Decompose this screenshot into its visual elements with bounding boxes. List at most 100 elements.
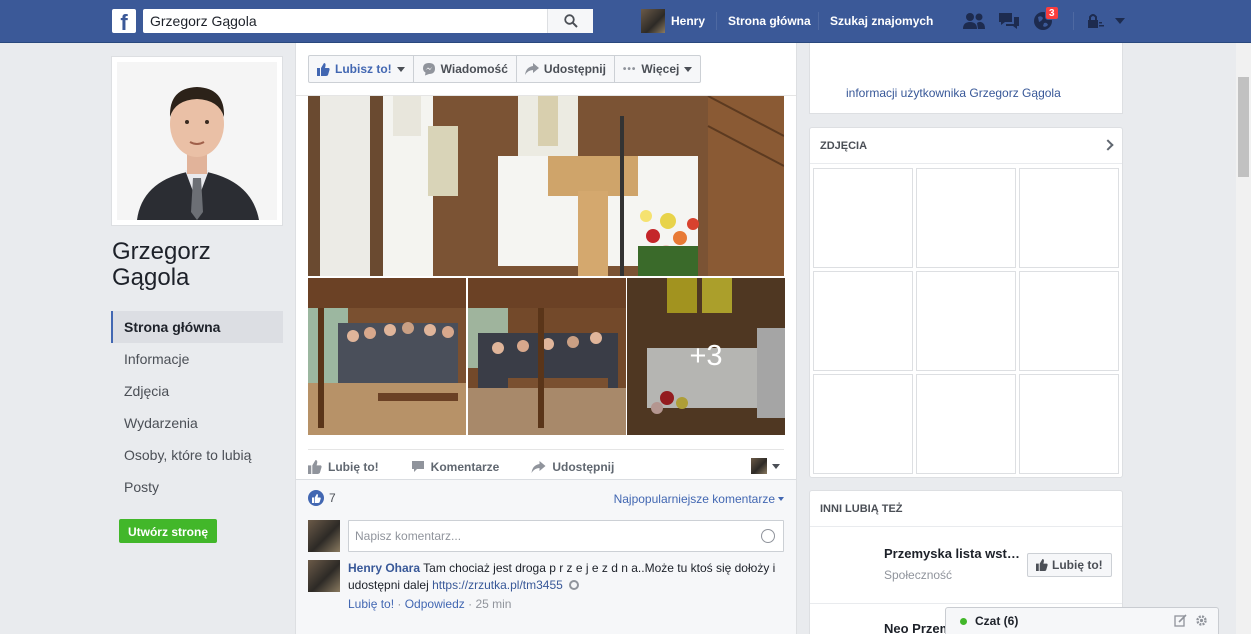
chevron-down-icon [396, 66, 405, 72]
nav-profile-link[interactable]: Henry [641, 9, 705, 33]
post-share-label: Udostępnij [552, 459, 615, 474]
comment-meta: Lubię to! · Odpowiedz · 25 min [348, 597, 512, 611]
intro-link[interactable]: informacji użytkownika Grzegorz Gągola [846, 86, 1061, 100]
friend-requests-icon[interactable] [962, 10, 986, 32]
photos-card-title[interactable]: ZDJĘCIA [810, 128, 1122, 164]
search-input[interactable] [143, 9, 547, 33]
post-photo-thumbnail[interactable] [308, 278, 466, 435]
thumbs-up-icon [317, 62, 330, 76]
nav-divider [1073, 12, 1074, 30]
comment-bubble-icon [411, 460, 425, 473]
gear-icon[interactable] [1195, 614, 1208, 630]
sidebar-item-photos[interactable]: Zdjęcia [111, 375, 283, 407]
share-arrow-icon [531, 460, 546, 473]
messages-icon[interactable] [997, 10, 1021, 32]
notifications-count-badge: 3 [1045, 6, 1059, 20]
post-like-button[interactable]: Lubię to! [308, 459, 379, 474]
page-message-label: Wiadomość [440, 62, 508, 76]
chevron-down-icon [684, 66, 693, 72]
page-more-label: Więcej [641, 62, 680, 76]
chat-bar-actions [1174, 614, 1208, 630]
avatar [308, 520, 340, 552]
suggested-page-name[interactable]: Przemyska lista wst… [884, 546, 1020, 561]
page-message-button[interactable]: Wiadomość [414, 56, 517, 82]
page-like-label: Lubisz to! [335, 62, 392, 76]
chat-label: Czat (6) [975, 614, 1019, 628]
photos-card: ZDJĘCIA [809, 127, 1123, 478]
reactions-summary[interactable]: 7 [308, 490, 336, 506]
photo-grid-cell[interactable] [1019, 271, 1119, 371]
page-scrollbar[interactable] [1236, 43, 1251, 634]
suggested-page-name[interactable]: Neo Przem [884, 621, 951, 634]
post-comment-button[interactable]: Komentarze [411, 459, 500, 474]
photo-grid-cell[interactable] [916, 271, 1016, 371]
thumbs-up-icon [1036, 559, 1048, 571]
top-navigation-bar: f Henry Strona główna Szukaj znajomych 3 [0, 0, 1251, 43]
facebook-logo-icon[interactable]: f [112, 9, 136, 33]
post-action-bar: Lubię to! Komentarze Udostępnij [308, 449, 784, 477]
photo-grid-cell[interactable] [813, 168, 913, 268]
profile-picture [117, 62, 277, 220]
comment-like-link[interactable]: Lubię to! [348, 597, 394, 611]
messenger-icon [422, 62, 436, 76]
photo-grid-cell[interactable] [1019, 168, 1119, 268]
nav-find-friends-link[interactable]: Szukaj znajomych [830, 9, 933, 33]
photo-grid-cell[interactable] [813, 374, 913, 474]
privacy-lock-icon[interactable] [1084, 10, 1108, 32]
page-like-button[interactable]: Lubisz to! [309, 56, 414, 82]
post-share-button[interactable]: Udostępnij [531, 460, 614, 474]
create-page-button[interactable]: Utwórz stronę [119, 519, 217, 543]
post-comment-label: Komentarze [430, 459, 500, 474]
thumbs-up-icon [308, 459, 322, 474]
chevron-down-icon [772, 463, 780, 469]
search-icon [563, 14, 578, 28]
sidebar-item-posts[interactable]: Posty [111, 471, 283, 503]
sidebar-item-home[interactable]: Strona główna [111, 311, 283, 343]
post-photo-main[interactable] [308, 96, 784, 276]
photo-grid-cell[interactable] [1019, 374, 1119, 474]
sidebar-item-events[interactable]: Wydarzenia [111, 407, 283, 439]
chat-sidebar-toggle[interactable]: Czat (6) [945, 607, 1219, 634]
photo-grid-cell[interactable] [813, 271, 913, 371]
comment-reply-link[interactable]: Odpowiedz [405, 597, 465, 611]
comment-author[interactable]: Henry Ohara [348, 561, 420, 575]
search-box [143, 9, 593, 33]
avatar [641, 9, 665, 33]
account-menu-caret-icon[interactable] [1108, 10, 1132, 32]
comment-composer [308, 520, 784, 552]
comments-section: 7 Najpopularniejsze komentarze Henry Oha… [296, 479, 796, 634]
comment-item: Henry Ohara Tam chociaż jest droga p r z… [308, 560, 784, 613]
photo-grid-cell[interactable] [916, 168, 1016, 268]
nav-home-link[interactable]: Strona główna [728, 9, 811, 33]
post-photo-more-thumbnail[interactable]: +3 [627, 278, 785, 435]
comment-input[interactable] [349, 521, 749, 551]
scrollbar-thumb[interactable] [1238, 77, 1249, 177]
sidebar-item-people-who-like[interactable]: Osoby, które to lubią [111, 439, 283, 471]
photos-card-title-text: ZDJĘCIA [820, 140, 868, 152]
profile-picture-frame[interactable] [111, 56, 283, 226]
post-as-selector[interactable] [751, 458, 780, 474]
page-sidebar-nav: Strona główna Informacje Zdjęcia Wydarze… [111, 311, 283, 503]
suggested-page-like-button[interactable]: Lubię to! [1027, 553, 1112, 577]
avatar[interactable] [308, 560, 340, 592]
post-like-label: Lubię to! [328, 459, 379, 474]
emoji-icon[interactable] [761, 529, 775, 543]
post-photo-thumbnail[interactable] [468, 278, 626, 435]
photos-grid [813, 168, 1119, 474]
comment-link[interactable]: https://zrzutka.pl/tm3455 [432, 578, 563, 592]
page-share-button[interactable]: Udostępnij [517, 56, 615, 82]
timeline-column: Lubisz to! Wiadomość Udostępnij ••• Więc… [295, 43, 797, 634]
page-more-button[interactable]: ••• Więcej [615, 56, 700, 82]
photo-grid-cell[interactable] [916, 374, 1016, 474]
comment-sort-dropdown[interactable]: Najpopularniejsze komentarze [614, 492, 784, 506]
likes-count: 7 [329, 491, 336, 505]
search-button[interactable] [547, 9, 593, 33]
link-preview-icon [569, 580, 580, 590]
profile-name[interactable]: Grzegorz Gągola [112, 239, 282, 291]
page-share-label: Udostępnij [543, 62, 606, 76]
new-message-icon[interactable] [1174, 614, 1187, 630]
chevron-right-icon[interactable] [1102, 139, 1114, 151]
online-status-dot [960, 617, 967, 625]
sidebar-item-about[interactable]: Informacje [111, 343, 283, 375]
comment-sort-label: Najpopularniejsze komentarze [613, 492, 775, 506]
